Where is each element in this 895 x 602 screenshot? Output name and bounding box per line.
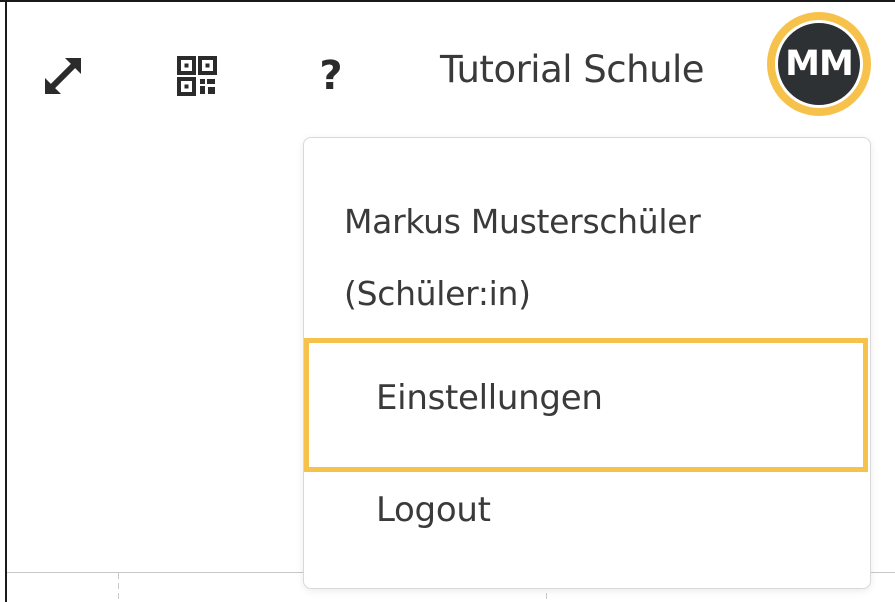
user-name: Markus Musterschüler (344, 202, 701, 241)
background-grid-tick (118, 573, 119, 602)
user-avatar-button[interactable]: MM (767, 12, 871, 116)
avatar: MM (775, 20, 863, 108)
user-dropdown-menu: Markus Musterschüler (Schüler:in) Einste… (303, 137, 871, 589)
help-button[interactable]: ? (303, 46, 359, 106)
qr-code-icon (177, 56, 217, 96)
menu-item-logout[interactable]: Logout (304, 488, 870, 548)
user-info: Markus Musterschüler (Schüler:in) (344, 186, 844, 330)
menu-item-settings-label: Einstellungen (376, 378, 603, 418)
qr-code-button[interactable] (167, 46, 227, 106)
avatar-initials: MM (785, 44, 854, 84)
top-bar: ? Tutorial Schule MM (7, 2, 895, 142)
help-icon: ? (319, 53, 343, 99)
user-role: (Schüler:in) (344, 274, 531, 313)
expand-icon (45, 58, 81, 94)
fullscreen-button[interactable] (33, 46, 93, 106)
menu-item-logout-label: Logout (376, 490, 491, 530)
school-name: Tutorial Schule (440, 48, 705, 91)
menu-item-settings[interactable]: Einstellungen (304, 338, 870, 472)
